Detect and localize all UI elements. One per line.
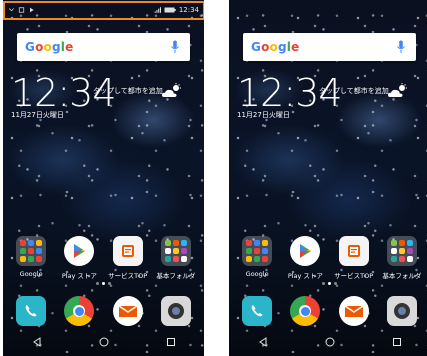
camera-icon [160,296,191,326]
dock-phone[interactable] [234,296,280,326]
microphone-icon[interactable] [170,40,180,54]
camera-icon [386,296,417,326]
chrome-icon [290,296,321,326]
dock-camera[interactable] [153,296,199,326]
notification-icons [8,7,35,13]
au-mail-icon [338,296,369,326]
app-label: Google [245,270,269,278]
recents-icon[interactable] [390,335,404,349]
battery-icon [164,7,176,13]
recents-icon[interactable] [164,335,178,349]
status-time: 12:34 [178,6,199,14]
home-icon[interactable] [97,335,111,349]
phone-icon [242,296,273,326]
au-service-top-icon [338,236,369,266]
dock [229,296,427,326]
app-service-top[interactable]: サービスTOP [331,236,377,280]
navigation-bar [229,328,427,356]
dock-phone[interactable] [8,296,54,326]
page-dot [96,282,99,285]
app-label: Play ストア [287,272,323,280]
phone-screen-right: Google 12:34 タップして都市を追加 11月27日火曜日 Google [229,0,427,356]
weather-cloud-sun-icon[interactable] [387,83,409,99]
app-google[interactable]: Google [8,236,54,280]
phone-screen-left: 12:34 Google 12:34 タップして都市を追加 11月27日火曜日 … [3,0,204,356]
page-dot [334,282,337,285]
google-search-bar[interactable]: Google [243,33,416,61]
back-icon[interactable] [30,335,44,349]
app-label: サービスTOP [108,272,148,280]
page-dot-active [102,282,105,285]
au-service-top-icon [112,236,143,266]
google-logo: Google [251,40,300,54]
phone-icon [16,296,47,326]
dock [3,296,204,326]
chrome-icon [64,296,95,326]
play-store-icon [290,236,321,266]
app-google[interactable]: Google [234,236,280,280]
dock-au-mail[interactable] [331,296,377,326]
app-play-store[interactable]: Play ストア [56,236,102,280]
google-folder-icon [16,236,47,266]
app-basic-folder[interactable]: 基本フォルダ [153,236,199,280]
microphone-icon[interactable] [396,40,406,54]
back-icon[interactable] [256,335,270,349]
signal-icon [154,7,161,13]
dock-chrome[interactable] [282,296,328,326]
page-dot-active [328,282,331,285]
weather-cloud-sun-icon[interactable] [161,83,183,99]
weather-prompt[interactable]: タップして都市を追加 [319,86,389,96]
app-play-store[interactable]: Play ストア [282,236,328,280]
app-label: 基本フォルダ [156,272,196,280]
au-mail-icon [112,296,143,326]
system-icons: 12:34 [154,6,199,14]
clock-date: 11月27日火曜日 [237,111,290,119]
basic-folder-icon [160,236,191,266]
app-label: サービスTOP [334,272,374,280]
page-dot [108,282,111,285]
missed-call-icon [8,8,15,12]
status-bar[interactable]: 12:34 [3,0,204,20]
play-store-icon [64,236,95,266]
app-label: 基本フォルダ [382,272,422,280]
weather-prompt[interactable]: タップして都市を追加 [93,86,163,96]
home-apps-row: Google Play ストア サービスTOP 基本フォルダ [3,236,204,280]
page-indicator [3,282,204,285]
app-label: Play ストア [61,272,97,280]
google-search-bar[interactable]: Google [17,33,190,61]
navigation-bar [3,328,204,356]
google-folder-icon [242,236,273,266]
dock-chrome[interactable] [56,296,102,326]
dock-camera[interactable] [379,296,425,326]
clock-date: 11月27日火曜日 [11,111,64,119]
home-icon[interactable] [323,335,337,349]
page-indicator [229,282,427,285]
app-service-top[interactable]: サービスTOP [105,236,151,280]
play-icon [30,7,34,13]
dock-au-mail[interactable] [105,296,151,326]
app-label: Google [19,270,43,278]
home-apps-row: Google Play ストア サービスTOP 基本フォルダ [229,236,427,280]
app-basic-folder[interactable]: 基本フォルダ [379,236,425,280]
image-icon [18,7,25,13]
page-dot [322,282,325,285]
basic-folder-icon [386,236,417,266]
google-logo: Google [25,40,74,54]
